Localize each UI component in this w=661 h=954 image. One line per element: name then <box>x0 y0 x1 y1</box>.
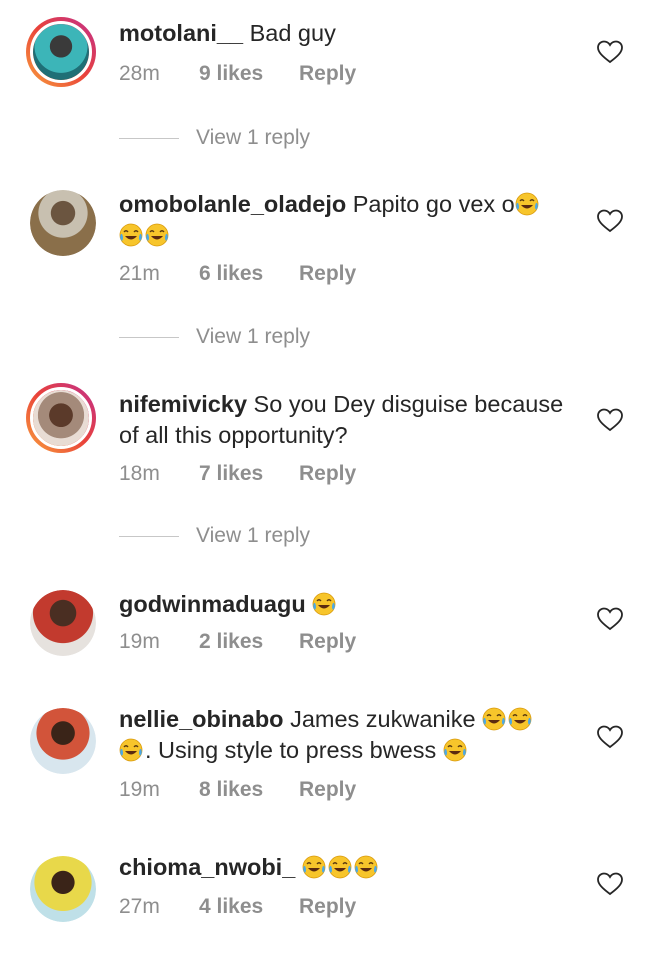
comment-likes[interactable]: 9 likes <box>199 62 299 86</box>
view-replies-link[interactable]: View 1 reply <box>119 325 310 349</box>
tears-of-joy-emoji <box>354 855 378 879</box>
view-replies-label: View 1 reply <box>196 325 311 348</box>
comment-likes[interactable]: 6 likes <box>199 262 299 286</box>
view-replies-label: View 1 reply <box>196 524 311 547</box>
heart-outline-icon[interactable] <box>597 607 623 631</box>
tears-of-joy-emoji <box>508 707 532 731</box>
tears-of-joy-emoji <box>515 192 539 216</box>
view-replies-label: View 1 reply <box>196 126 311 149</box>
reply-button[interactable]: Reply <box>299 895 356 919</box>
comment-text: godwinmaduagu <box>119 589 579 620</box>
tears-of-joy-emoji <box>119 738 143 762</box>
divider-line <box>119 535 179 537</box>
comment-body-continued: . Using style to press bwess <box>145 737 437 763</box>
comment-username[interactable]: nifemivicky <box>119 391 247 417</box>
comment-username[interactable]: chioma_nwobi_ <box>119 854 295 880</box>
comment-username[interactable]: motolani__ <box>119 20 243 46</box>
comment-body: Papito go vex o <box>352 191 515 217</box>
comment-time: 28m <box>119 62 160 85</box>
comment-text: chioma_nwobi_ <box>119 852 579 883</box>
avatar[interactable] <box>30 190 96 256</box>
heart-outline-icon[interactable] <box>597 725 623 749</box>
comment-likes[interactable]: 7 likes <box>199 462 299 486</box>
comment-text: motolani__ Bad guy <box>119 18 579 49</box>
tears-of-joy-emoji <box>443 738 467 762</box>
comment-time: 19m <box>119 630 160 653</box>
heart-outline-icon[interactable] <box>597 872 623 896</box>
avatar[interactable] <box>30 708 96 774</box>
view-replies-link[interactable]: View 1 reply <box>119 524 310 548</box>
comment-likes[interactable]: 8 likes <box>199 778 299 802</box>
reply-button[interactable]: Reply <box>299 630 356 654</box>
divider-line <box>119 336 179 338</box>
comment-text: nifemivicky So you Dey disguise because … <box>119 389 579 451</box>
tears-of-joy-emoji <box>302 855 326 879</box>
tears-of-joy-emoji <box>328 855 352 879</box>
reply-button[interactable]: Reply <box>299 462 356 486</box>
reply-button[interactable]: Reply <box>299 62 356 86</box>
divider-line <box>119 137 179 139</box>
comment-text: nellie_obinabo James zukwanike . Using s… <box>119 704 579 766</box>
comment-body: James zukwanike <box>290 706 476 732</box>
comment-username[interactable]: omobolanle_oladejo <box>119 191 346 217</box>
comment-body: Bad guy <box>249 20 336 46</box>
tears-of-joy-emoji <box>119 223 143 247</box>
comment-likes[interactable]: 4 likes <box>199 895 299 919</box>
reply-button[interactable]: Reply <box>299 778 356 802</box>
avatar[interactable] <box>30 590 96 656</box>
comment-username[interactable]: nellie_obinabo <box>119 706 284 732</box>
heart-outline-icon[interactable] <box>597 40 623 64</box>
comment-time: 19m <box>119 778 160 801</box>
comment-likes[interactable]: 2 likes <box>199 630 299 654</box>
comment-time: 21m <box>119 262 160 285</box>
comment-username[interactable]: godwinmaduagu <box>119 591 306 617</box>
avatar[interactable] <box>26 383 96 453</box>
tears-of-joy-emoji <box>312 592 336 616</box>
comment-text: omobolanle_oladejo Papito go vex o <box>119 189 579 251</box>
tears-of-joy-emoji <box>145 223 169 247</box>
avatar[interactable] <box>30 856 96 922</box>
comment-time: 18m <box>119 462 160 485</box>
heart-outline-icon[interactable] <box>597 209 623 233</box>
reply-button[interactable]: Reply <box>299 262 356 286</box>
tears-of-joy-emoji <box>482 707 506 731</box>
avatar[interactable] <box>26 17 96 87</box>
view-replies-link[interactable]: View 1 reply <box>119 126 310 150</box>
heart-outline-icon[interactable] <box>597 408 623 432</box>
comment-time: 27m <box>119 895 160 918</box>
